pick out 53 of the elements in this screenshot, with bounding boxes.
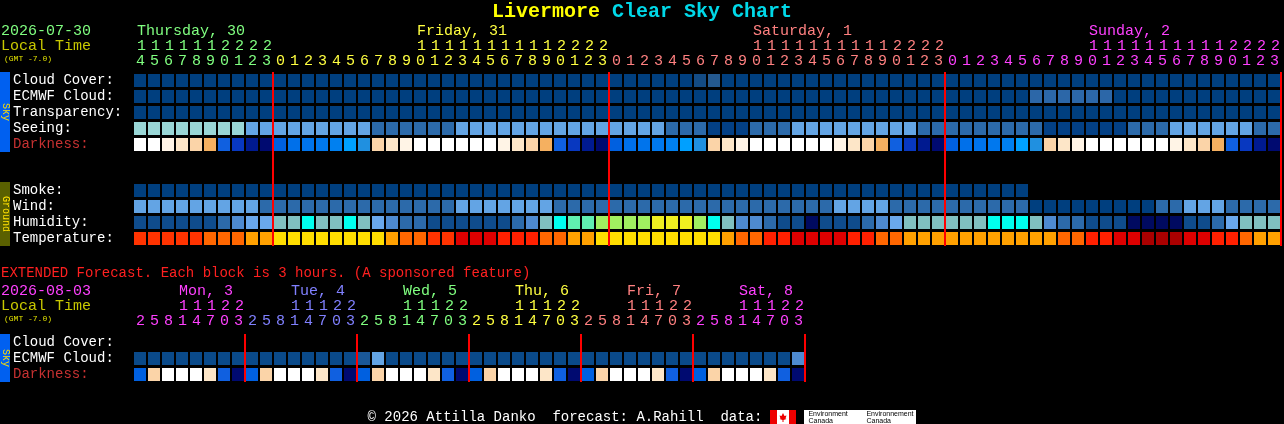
location-title: Livermore — [491, 0, 600, 24]
hour-tens: 11122 — [403, 299, 473, 314]
hour-units: 25814703 — [135, 314, 246, 329]
hour-units: 012345678901234567890123 — [947, 54, 1282, 69]
row-label: Darkness: — [12, 136, 90, 152]
row-label: Transparency: — [12, 104, 124, 120]
row-label: Cloud Cover: — [12, 72, 115, 88]
row-label: Seeing: — [12, 120, 73, 136]
row-label: Cloud Cover: — [12, 334, 115, 350]
day-label: Thu, 6 — [515, 284, 569, 299]
local-time-label: Local Time — [0, 299, 91, 314]
hour-units: 25814703 — [471, 314, 582, 329]
day-label: Sunday, 2 — [1088, 24, 1170, 39]
day-label: Saturday, 1 — [752, 24, 852, 39]
row-label: Darkness: — [12, 366, 90, 382]
row-label: Smoke: — [12, 182, 65, 198]
date-label: 2026-08-03 — [0, 284, 91, 299]
hour-units: 25814703 — [695, 314, 806, 329]
day-label: Tue, 4 — [291, 284, 345, 299]
day-label: Sat, 8 — [739, 284, 793, 299]
day-label: Friday, 31 — [416, 24, 507, 39]
hour-tens: 11122 — [179, 299, 249, 314]
timezone-label: (GMT -7.0) — [3, 54, 52, 64]
timezone-label: (GMT -7.0) — [3, 314, 52, 324]
flag-icon — [770, 410, 797, 424]
hour-units: 25814703 — [247, 314, 358, 329]
row-label: Temperature: — [12, 230, 115, 246]
hour-tens: 11122 — [627, 299, 697, 314]
hour-units: 25814703 — [583, 314, 694, 329]
row-label: Wind: — [12, 198, 56, 214]
row-label: Humidity: — [12, 214, 90, 230]
hour-tens: 1111112222 — [137, 39, 277, 54]
credit-text: © 2026 Attilla Danko forecast: A.Rahill data: — [367, 409, 763, 424]
date-label: 2026-07-30 — [0, 24, 91, 39]
day-label: Wed, 5 — [403, 284, 457, 299]
hour-tens: 11111111112222 — [416, 39, 613, 54]
day-label: Mon, 3 — [179, 284, 233, 299]
extended-forecast-note: EXTENDED Forecast. Each block is 3 hours. (A sponsored feature) — [0, 265, 532, 281]
local-time-label: Local Time — [0, 39, 91, 54]
hour-tens: 11111111112222 — [752, 39, 949, 54]
hour-tens: 11122 — [739, 299, 809, 314]
hour-tens: 11122 — [515, 299, 585, 314]
day-label: Thursday, 30 — [137, 24, 245, 39]
hour-units: 012345678901234567890123 — [275, 54, 610, 69]
row-label: ECMWF Cloud: — [12, 350, 115, 366]
chart-title: Clear Sky Chart — [612, 0, 793, 24]
hour-units: 012345678901234567890123 — [611, 54, 946, 69]
hour-tens: 11122 — [291, 299, 361, 314]
hour-tens: 11111111112222 — [1088, 39, 1284, 54]
day-label: Fri, 7 — [627, 284, 681, 299]
row-label: ECMWF Cloud: — [12, 88, 115, 104]
hour-units: 4567890123 — [135, 54, 274, 69]
hour-units: 25814703 — [359, 314, 470, 329]
